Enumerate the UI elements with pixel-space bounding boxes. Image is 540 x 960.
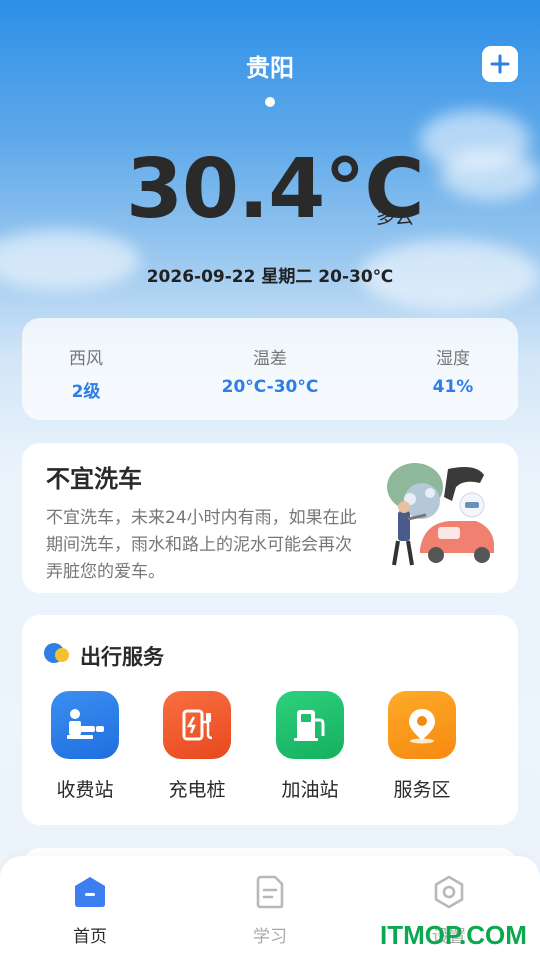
toll-booth-icon (51, 691, 119, 759)
service-label: 收费站 (56, 779, 114, 801)
car-wash-description: 不宜洗车，未来24小时内有雨，如果在此期间洗车，雨水和路上的泥水可能会再次弄脏您… (46, 508, 357, 582)
charging-pile-icon (163, 691, 231, 759)
humidity-label: 湿度 (436, 349, 470, 369)
watermark: ITMOP.COM (380, 920, 527, 950)
car-wash-title: 不宜洗车 (46, 465, 142, 493)
service-gas-station[interactable]: 加油站 (265, 691, 355, 802)
tab-study[interactable]: 学习 (225, 874, 315, 947)
service-area-icon (388, 691, 456, 759)
temp-range-label: 温差 (253, 349, 287, 369)
travel-services-card: 出行服务 收费站 充电桩 加油站 服务区 (22, 615, 518, 825)
travel-services-title: 出行服务 (80, 645, 164, 669)
humidity-stat: 湿度 41% (428, 344, 478, 397)
car-wash-card[interactable]: 不宜洗车 不宜洗车，未来24小时内有雨，如果在此期间洗车，雨水和路上的泥水可能会… (22, 443, 518, 593)
humidity-value: 41% (432, 377, 474, 397)
top-bar: 贵阳 (0, 0, 540, 120)
service-service-area[interactable]: 服务区 (377, 691, 467, 802)
cloud-decoration (440, 150, 540, 200)
weather-stats-card: 西风 2级 温差 20°C-30°C 湿度 41% (22, 318, 518, 420)
service-label: 服务区 (393, 779, 451, 801)
tab-home[interactable]: 首页 (45, 874, 135, 947)
wind-value: 2级 (71, 382, 101, 402)
section-logo-dot-accent (55, 648, 69, 662)
temp-range-stat: 温差 20°C-30°C (210, 344, 330, 397)
service-charging-pile[interactable]: 充电桩 (152, 691, 242, 802)
home-icon (75, 877, 105, 907)
weather-condition: 多云 (376, 206, 415, 228)
tab-label: 首页 (73, 927, 107, 947)
settings-icon (434, 875, 464, 909)
wind-stat: 西风 2级 (66, 344, 106, 402)
car-wash-illustration (387, 463, 494, 566)
wind-label: 西风 (69, 349, 103, 369)
gas-station-icon (276, 691, 344, 759)
service-label: 加油站 (281, 779, 339, 801)
page-indicator-dot (265, 97, 275, 107)
service-toll-booth[interactable]: 收费站 (40, 691, 130, 802)
document-icon (256, 875, 284, 909)
city-name[interactable]: 贵阳 (0, 48, 540, 83)
date-and-range: 2026-09-22 星期二 20-30℃ (146, 267, 394, 287)
plus-icon (490, 54, 510, 74)
add-city-button[interactable] (482, 46, 518, 82)
tab-label: 学习 (253, 927, 287, 947)
service-label: 充电桩 (168, 779, 226, 801)
temp-range-value: 20°C-30°C (221, 377, 319, 397)
